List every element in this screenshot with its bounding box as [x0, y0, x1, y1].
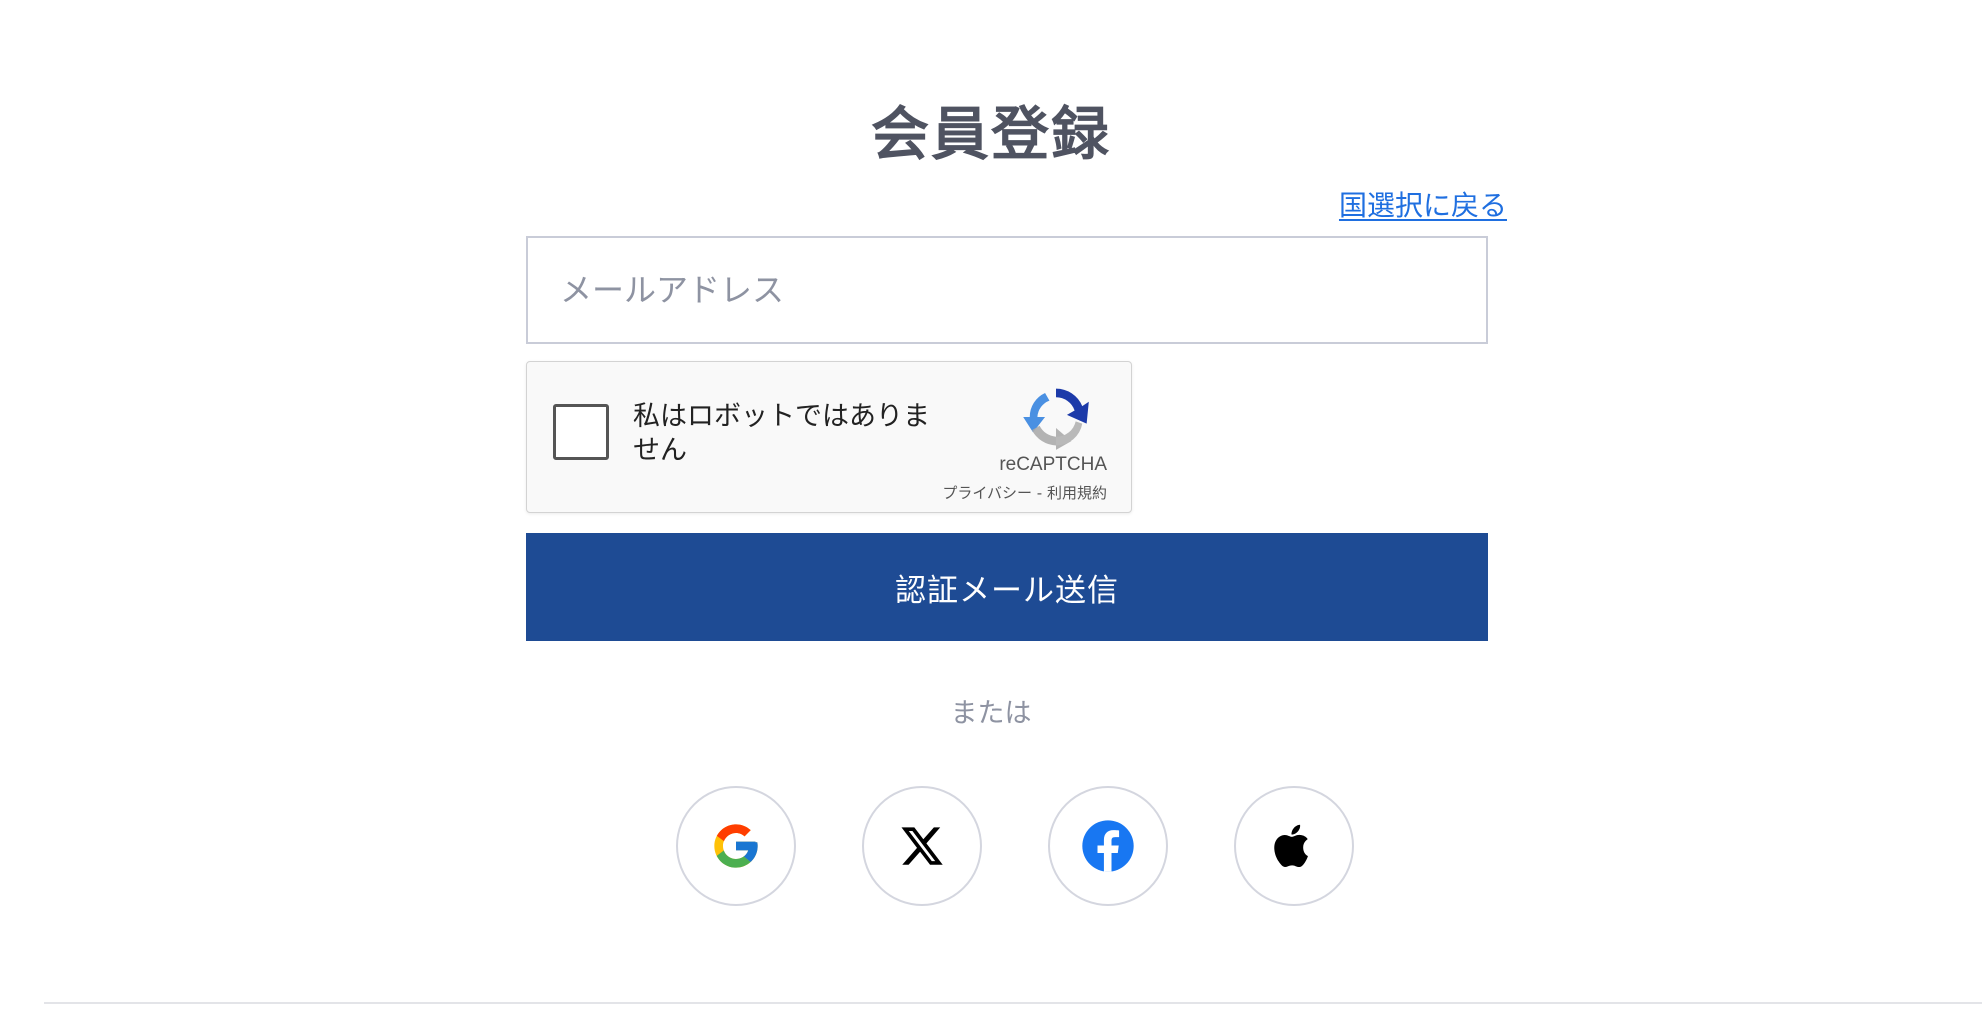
recaptcha-label: 私はロボットではありません [633, 401, 930, 466]
recaptcha-links: プライバシー - 利用規約 [942, 482, 1107, 503]
recaptcha-terms-link[interactable]: 利用規約 [1047, 484, 1107, 502]
apple-login-button[interactable] [1234, 786, 1354, 906]
recaptcha-checkbox[interactable] [553, 404, 609, 460]
apple-icon [1274, 824, 1308, 868]
email-input[interactable] [526, 236, 1488, 344]
x-icon [901, 827, 943, 865]
or-separator: または [950, 698, 1032, 729]
recaptcha-brand: reCAPTCHA [999, 454, 1107, 475]
recaptcha-privacy-link[interactable]: プライバシー [942, 484, 1032, 502]
google-login-button[interactable] [676, 786, 796, 906]
recaptcha-logo-icon [1023, 388, 1089, 450]
google-icon [714, 824, 758, 868]
facebook-login-button[interactable] [1048, 786, 1168, 906]
facebook-icon [1082, 820, 1134, 872]
send-verification-email-button[interactable]: 認証メール送信 [526, 533, 1488, 641]
page-title: 会員登録 [870, 100, 1111, 168]
recaptcha-widget: 私はロボットではありません reCAPTCHA プライバシー - 利用規約 [526, 361, 1132, 513]
back-to-country-selection-link[interactable]: 国選択に戻る [1339, 186, 1507, 226]
recaptcha-link-separator: - [1032, 484, 1047, 502]
x-login-button[interactable] [862, 786, 982, 906]
footer-divider [44, 1002, 1982, 1004]
